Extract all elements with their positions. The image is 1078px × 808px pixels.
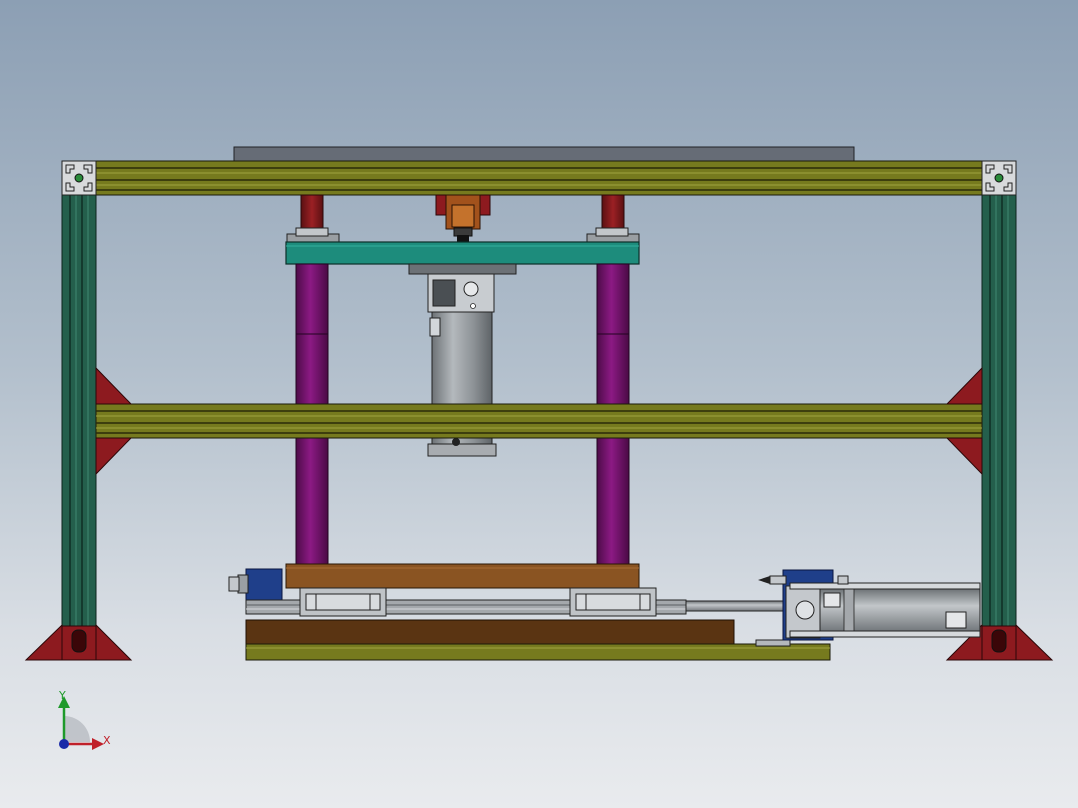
base-plate (245, 643, 831, 661)
axis-triad: Y X (58, 689, 111, 750)
cad-viewport[interactable]: Y X (0, 0, 1078, 808)
moving-plate (285, 241, 640, 265)
left-bushing-clamp (286, 227, 340, 244)
right-profile-endcap (981, 160, 1017, 196)
middle-crossbeam (95, 403, 983, 439)
right-red-post (601, 194, 625, 230)
drive-motor (228, 568, 283, 602)
x-axis-label: X (103, 734, 111, 747)
left-red-post (300, 194, 324, 230)
rail-carriage-left (299, 587, 387, 617)
assembly-drawing: Y X (24, 146, 1054, 750)
right-upright (981, 194, 1017, 661)
right-bushing-clamp (586, 227, 640, 244)
lower-base-block (245, 619, 735, 645)
y-axis-label: Y (58, 689, 66, 702)
left-foot (24, 623, 133, 661)
top-crossbeam (61, 160, 1017, 196)
press-head (435, 194, 491, 242)
top-cover-plate (233, 146, 855, 162)
rail-carriage-right (569, 587, 657, 617)
left-profile-endcap (61, 160, 97, 196)
left-upright (61, 194, 97, 661)
